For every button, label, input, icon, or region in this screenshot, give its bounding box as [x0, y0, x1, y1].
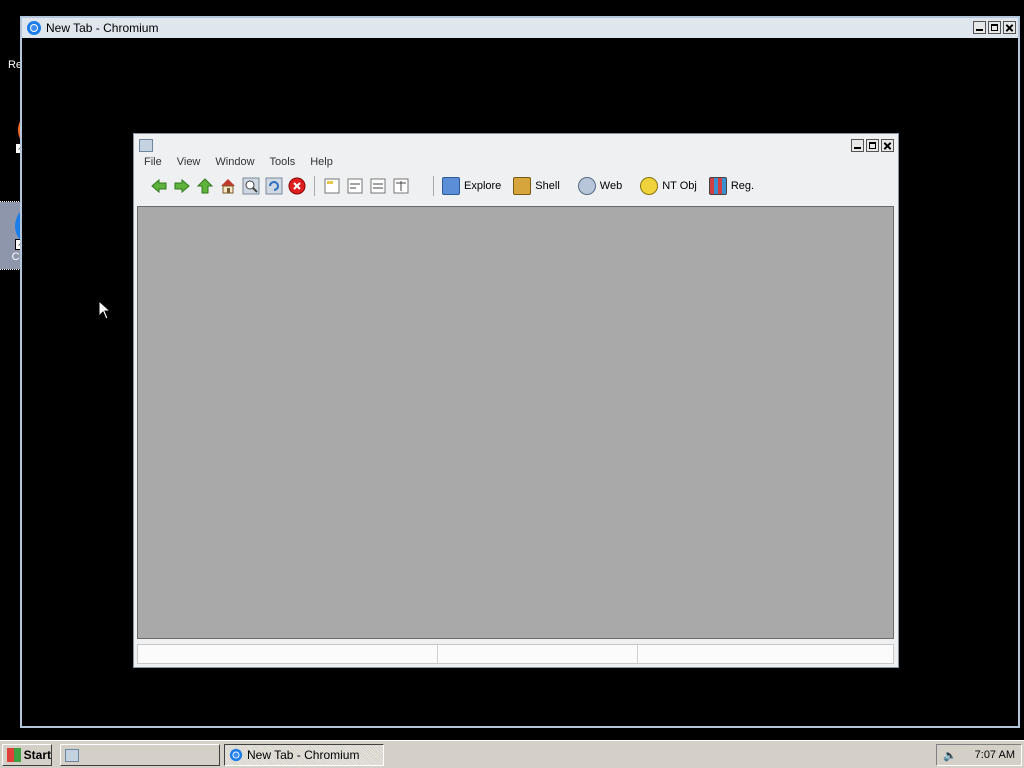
content-area[interactable]	[137, 206, 894, 639]
registry-button[interactable]: Reg.	[708, 177, 754, 195]
explore-button[interactable]: Explore	[442, 177, 501, 195]
view-4-icon[interactable]	[392, 177, 410, 195]
menu-window[interactable]: Window	[215, 156, 263, 172]
start-flag-icon	[7, 748, 21, 762]
chromium-icon	[229, 748, 243, 762]
globe-icon	[577, 177, 596, 195]
taskbar-task-explorer[interactable]	[60, 744, 220, 766]
shell-icon	[513, 177, 532, 195]
taskbar: Start New Tab - Chromium 🔈 7:07 AM	[0, 740, 1024, 768]
refresh-icon[interactable]	[265, 177, 283, 195]
status-pane-3	[638, 645, 893, 663]
web-button[interactable]: Web	[577, 177, 622, 195]
folder-icon	[442, 177, 460, 195]
view-3-icon[interactable]	[369, 177, 387, 195]
chromium-titlebar[interactable]: New Tab - Chromium	[22, 18, 1018, 38]
status-pane-1	[138, 645, 438, 663]
minimize-button[interactable]	[973, 21, 986, 34]
app-icon	[139, 139, 153, 152]
mouse-cursor-icon	[98, 300, 110, 320]
home-icon[interactable]	[219, 177, 237, 195]
shell-button[interactable]: Shell	[513, 177, 560, 195]
clock[interactable]: 7:07 AM	[975, 749, 1015, 761]
menu-view[interactable]: View	[177, 156, 210, 172]
explorer-window[interactable]: File View Window Tools Help Explore Shel…	[133, 133, 899, 668]
toolbar: Explore Shell Web NT Obj Reg.	[134, 172, 898, 200]
close-button[interactable]	[1003, 21, 1016, 34]
nt-object-icon	[640, 177, 659, 195]
chromium-icon	[27, 21, 41, 35]
explorer-titlebar[interactable]	[134, 134, 898, 156]
app-icon	[65, 748, 79, 762]
view-1-icon[interactable]	[323, 177, 341, 195]
window-title: New Tab - Chromium	[46, 21, 159, 35]
volume-icon[interactable]: 🔈	[943, 749, 957, 762]
menu-tools[interactable]: Tools	[270, 156, 305, 172]
taskbar-task-chromium[interactable]: New Tab - Chromium	[224, 744, 384, 766]
status-bar	[137, 644, 894, 664]
registry-icon	[708, 177, 727, 195]
toolbar-separator	[314, 176, 315, 196]
toolbar-separator	[433, 176, 434, 196]
nt-obj-button[interactable]: NT Obj	[640, 177, 697, 195]
maximize-button[interactable]	[866, 139, 879, 152]
close-button[interactable]	[881, 139, 894, 152]
system-tray: 🔈 7:07 AM	[936, 744, 1022, 766]
back-icon[interactable]	[150, 177, 168, 195]
menu-file[interactable]: File	[144, 156, 171, 172]
minimize-button[interactable]	[851, 139, 864, 152]
maximize-button[interactable]	[988, 21, 1001, 34]
search-icon[interactable]	[242, 177, 260, 195]
view-2-icon[interactable]	[346, 177, 364, 195]
menu-bar: File View Window Tools Help	[134, 156, 898, 172]
up-icon[interactable]	[196, 177, 214, 195]
menu-help[interactable]: Help	[310, 156, 342, 172]
start-button[interactable]: Start	[2, 744, 52, 766]
status-pane-2	[438, 645, 638, 663]
forward-icon[interactable]	[173, 177, 191, 195]
stop-icon[interactable]	[288, 177, 306, 195]
